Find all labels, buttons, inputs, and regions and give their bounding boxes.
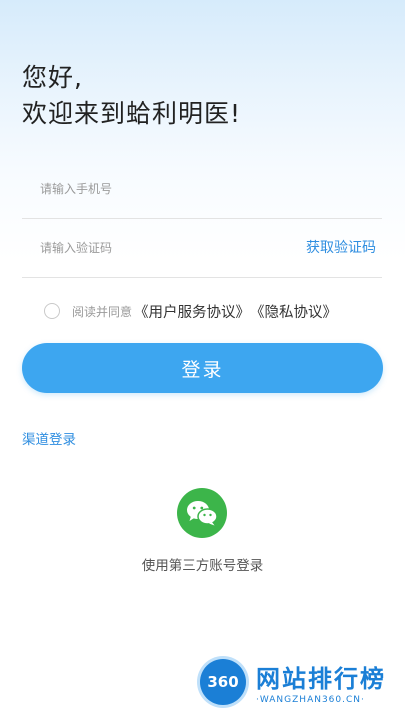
- greeting-line-1: 您好,: [22, 63, 83, 92]
- agreement-prefix: 阅读并同意: [72, 304, 133, 319]
- watermark-subtitle: ·WANGZHAN360.CN·: [256, 695, 365, 705]
- watermark-title: 网站排行榜: [256, 665, 386, 693]
- code-field: 获取验证码: [22, 219, 382, 278]
- wechat-login-button[interactable]: [177, 488, 227, 538]
- greeting-line-2: 欢迎来到蛤利明医!: [22, 99, 242, 128]
- greeting: 您好, 欢迎来到蛤利明医!: [22, 60, 241, 132]
- user-agreement-link[interactable]: 《用户服务协议》: [134, 301, 250, 322]
- phone-input[interactable]: [40, 160, 280, 218]
- watermark: 360 网站排行榜 ·WANGZHAN360.CN·: [190, 655, 400, 715]
- agreement-row: 阅读并同意 《用户服务协议》 《隐私协议》: [44, 300, 337, 322]
- phone-field: [22, 160, 382, 219]
- verification-code-input[interactable]: [40, 219, 280, 277]
- third-party-login-label: 使用第三方账号登录: [141, 558, 264, 574]
- watermark-logo: 360: [200, 659, 246, 705]
- agreement-checkbox[interactable]: [44, 303, 60, 319]
- privacy-agreement-link[interactable]: 《隐私协议》: [250, 301, 337, 322]
- channel-login-link[interactable]: 渠道登录: [22, 428, 76, 448]
- get-code-button[interactable]: 获取验证码: [306, 219, 376, 277]
- login-button[interactable]: 登录: [22, 343, 383, 393]
- wechat-icon: [187, 501, 218, 526]
